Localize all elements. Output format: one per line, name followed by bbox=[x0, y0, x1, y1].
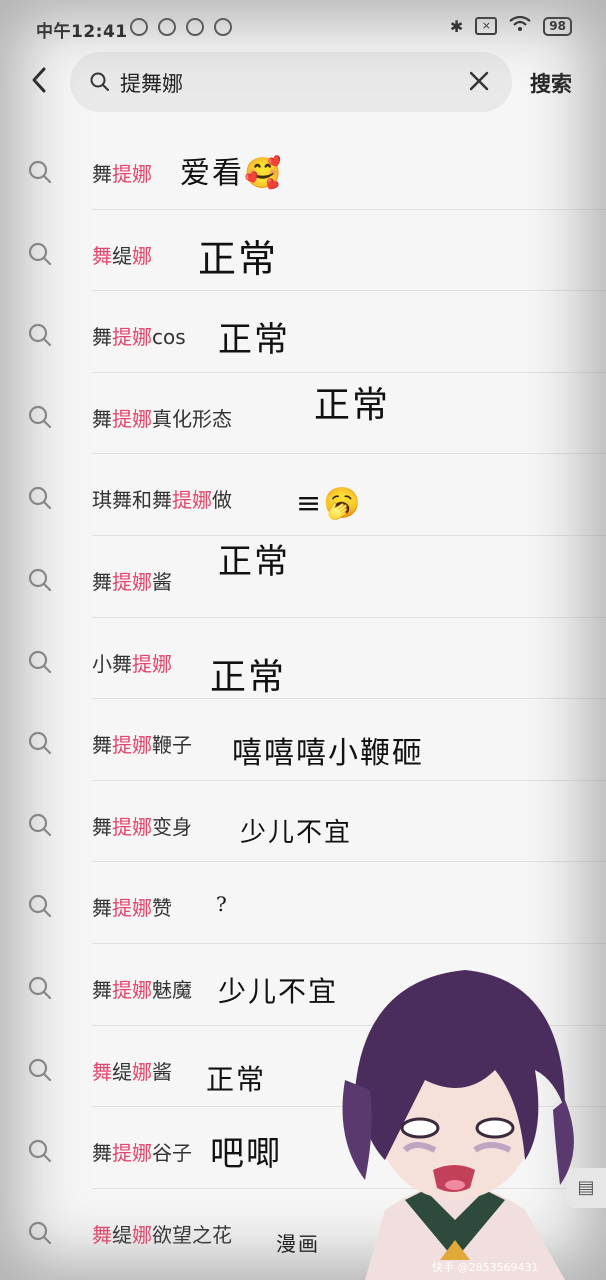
handwritten-note: 正常 bbox=[218, 542, 290, 582]
handwritten-note: 漫画 bbox=[276, 1232, 320, 1256]
search-input[interactable]: 提舞娜 bbox=[70, 52, 512, 112]
search-icon bbox=[28, 732, 52, 755]
search-icon bbox=[28, 1140, 52, 1163]
search-icon bbox=[28, 324, 52, 347]
suggestion-text: 舞提娜酱 bbox=[92, 569, 172, 594]
search-icon bbox=[90, 72, 109, 91]
suggestion-text: 舞提娜 bbox=[92, 162, 152, 186]
chevron-left-icon bbox=[32, 67, 46, 93]
suggestion-text: 小舞提娜 bbox=[92, 651, 172, 676]
suggestion-item[interactable]: 舞提娜真化形态 bbox=[0, 373, 606, 455]
suggestion-item[interactable]: 舞提娜赞 bbox=[0, 862, 606, 944]
suggestion-item[interactable]: 舞缇娜 bbox=[0, 210, 606, 292]
watermark: 快手 @2853569431 bbox=[432, 1261, 539, 1274]
search-icon bbox=[28, 976, 52, 1000]
handwritten-note: 嘻嘻嘻小鞭砸 bbox=[232, 736, 424, 771]
suggestion-text: 舞提娜赞 bbox=[92, 896, 172, 921]
clear-button[interactable] bbox=[468, 64, 490, 99]
search-icon bbox=[28, 160, 52, 184]
search-icon bbox=[28, 242, 52, 265]
handwritten-note: 正常 bbox=[206, 1063, 267, 1096]
handwritten-note: 少儿不宜 bbox=[240, 818, 353, 848]
app-notification-icon bbox=[158, 18, 176, 36]
battery-indicator: 98 bbox=[543, 16, 572, 36]
close-icon bbox=[469, 71, 489, 91]
handwritten-note: 正常 bbox=[218, 320, 290, 360]
handwritten-note: 正常 bbox=[314, 385, 391, 426]
search-icon bbox=[28, 405, 52, 428]
search-icon bbox=[28, 487, 52, 510]
suggestion-text: 舞提娜鞭子 bbox=[92, 733, 192, 758]
suggestion-text: 舞缇娜 bbox=[92, 243, 152, 268]
handwritten-note: ≡🥱 bbox=[296, 486, 363, 521]
suggestion-item[interactable]: 舞提娜cos bbox=[0, 291, 606, 373]
system-icons: ✱ × 98 bbox=[449, 15, 572, 36]
mute-icon bbox=[130, 18, 148, 36]
suggestion-text: 舞提娜cos bbox=[92, 325, 186, 350]
handwritten-note: 正常 bbox=[198, 237, 279, 281]
wifi-icon bbox=[509, 15, 531, 36]
handwritten-note: ? bbox=[216, 892, 229, 916]
search-icon bbox=[28, 650, 52, 673]
handwritten-note: 少儿不宜 bbox=[218, 975, 339, 1008]
search-icon bbox=[28, 895, 52, 918]
suggestion-text: 舞提娜魅魔 bbox=[92, 977, 192, 1002]
suggestion-text: 琪舞和舞提娜做 bbox=[92, 488, 232, 513]
status-bar: 中午12:41 ✱ × 98 bbox=[0, 0, 606, 52]
suggestion-text: 舞提娜变身 bbox=[92, 814, 192, 839]
bluetooth-icon: ✱ bbox=[449, 16, 464, 36]
handwritten-note: 爱看🥰 bbox=[180, 156, 284, 191]
app-notification-icon bbox=[186, 18, 204, 36]
search-icon bbox=[28, 813, 52, 836]
handwritten-note: 正常 bbox=[210, 657, 287, 698]
suggestion-text: 舞提娜真化形态 bbox=[92, 406, 232, 431]
search-icon bbox=[28, 1221, 52, 1244]
suggestion-item[interactable]: 舞提娜 bbox=[0, 128, 606, 210]
back-button[interactable] bbox=[26, 66, 54, 94]
search-icon bbox=[28, 1058, 52, 1081]
search-icon bbox=[28, 568, 52, 592]
notification-icons bbox=[130, 18, 232, 36]
search-query-text: 提舞娜 bbox=[120, 72, 183, 96]
suggestion-text: 舞缇娜欲望之花 bbox=[92, 1222, 232, 1247]
suggestion-text: 舞缇娜酱 bbox=[92, 1059, 172, 1084]
search-button[interactable]: 搜索 bbox=[530, 68, 572, 98]
suggestion-item[interactable]: 小舞提娜 bbox=[0, 618, 606, 700]
anime-character-sticker bbox=[342, 970, 574, 1280]
suggestion-text: 舞提娜谷子 bbox=[92, 1141, 192, 1166]
app-notification-icon bbox=[214, 18, 232, 36]
suggestion-item[interactable]: 舞提娜酱 bbox=[0, 536, 606, 618]
handwritten-note: 吧唧 bbox=[210, 1134, 282, 1174]
status-time: 中午12:41 bbox=[36, 22, 128, 42]
sim-icon: × bbox=[475, 17, 498, 35]
